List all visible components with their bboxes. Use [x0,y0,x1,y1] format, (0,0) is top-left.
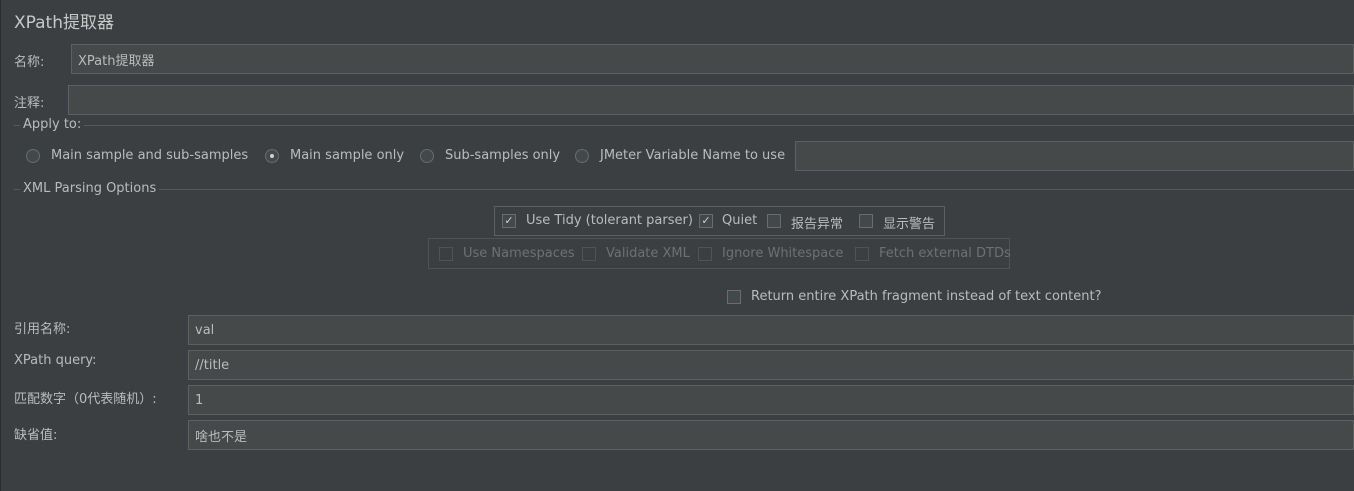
report-errors-checkbox[interactable] [767,214,781,228]
radio-jmeter-variable[interactable] [575,149,589,163]
match-no-label: 匹配数字（0代表随机）: [14,392,157,407]
show-warnings-label[interactable]: 显示警告 [883,213,935,232]
use-namespaces-checkbox [439,247,453,261]
radio-main-and-sub-label[interactable]: Main sample and sub-samples [51,148,248,163]
xpath-query-field[interactable]: //title [188,350,1354,380]
default-value-field[interactable]: 啥也不是 [188,420,1354,450]
radio-main-only[interactable] [265,149,279,163]
ignore-whitespace-checkbox [698,247,712,261]
return-fragment-label[interactable]: Return entire XPath fragment instead of … [751,289,1101,304]
apply-to-border [14,125,1354,126]
default-value-label: 缺省值: [14,428,58,443]
validate-xml-label: Validate XML [606,246,690,261]
comment-label: 注释: [14,96,45,111]
quiet-label[interactable]: Quiet [722,213,757,228]
quiet-checkbox[interactable]: ✓ [699,214,713,228]
ignore-whitespace-label: Ignore Whitespace [722,246,844,261]
use-namespaces-label: Use Namespaces [463,246,575,261]
use-tidy-checkbox[interactable]: ✓ [502,214,516,228]
xml-parsing-border [14,189,1354,190]
jmeter-variable-field[interactable] [795,141,1354,171]
radio-sub-only[interactable] [420,149,434,163]
xml-parsing-title: XML Parsing Options [20,181,160,196]
radio-main-only-label[interactable]: Main sample only [290,148,404,163]
validate-xml-checkbox [582,247,596,261]
use-tidy-label[interactable]: Use Tidy (tolerant parser) [526,213,693,228]
match-no-field[interactable]: 1 [188,385,1354,415]
radio-main-and-sub[interactable] [26,149,40,163]
name-label: 名称: [14,55,45,70]
fetch-dtds-label: Fetch external DTDs [879,246,1011,261]
comment-field[interactable] [68,85,1354,115]
radio-jmeter-variable-label[interactable]: JMeter Variable Name to use [600,148,785,163]
panel-title: XPath提取器 [14,13,114,33]
fetch-dtds-checkbox [855,247,869,261]
radio-sub-only-label[interactable]: Sub-samples only [445,148,560,163]
name-field[interactable]: XPath提取器 [71,44,1354,74]
apply-to-title: Apply to: [20,117,85,132]
ref-name-field[interactable]: val [188,315,1354,345]
return-fragment-checkbox[interactable] [727,290,741,304]
ref-name-label: 引用名称: [14,322,71,337]
window-edge [0,0,1,491]
report-errors-label[interactable]: 报告异常 [791,213,843,232]
xpath-query-label: XPath query: [14,353,97,368]
show-warnings-checkbox[interactable] [859,214,873,228]
